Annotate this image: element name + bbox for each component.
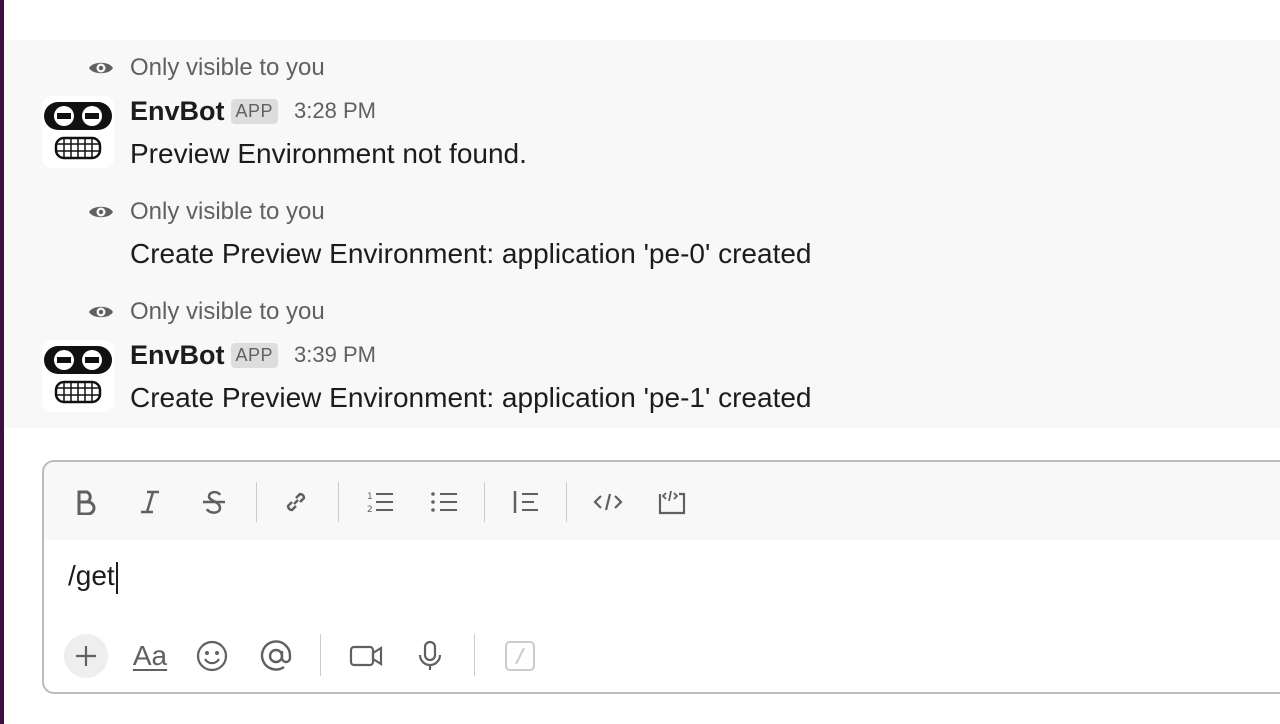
slash-command-icon[interactable]	[498, 634, 542, 678]
svg-text:1: 1	[367, 492, 373, 502]
video-icon[interactable]	[344, 634, 388, 678]
message-input-value: /get	[68, 560, 115, 591]
composer-actions: Aa	[44, 626, 1280, 686]
toolbar-divider	[566, 482, 567, 522]
app-window: Only visible to you EnvBot APP 3:28 PM P…	[0, 0, 1280, 724]
message-text: Create Preview Environment: application …	[130, 238, 812, 269]
formatting-toolbar: 12	[44, 462, 1280, 540]
visibility-text: Only visible to you	[130, 298, 325, 325]
sender-name[interactable]: EnvBot	[130, 340, 225, 371]
visibility-note: Only visible to you	[88, 53, 325, 83]
bulleted-list-icon[interactable]	[424, 482, 464, 522]
message-text: Create Preview Environment: application …	[130, 382, 812, 413]
sender-name[interactable]: EnvBot	[130, 96, 225, 127]
text-caret	[115, 561, 118, 594]
message-timestamp[interactable]: 3:39 PM	[294, 342, 376, 368]
toolbar-divider	[484, 482, 485, 522]
toolbar-divider	[338, 482, 339, 522]
visibility-note: Only visible to you	[88, 297, 325, 327]
app-badge: APP	[230, 98, 279, 124]
visibility-note: Only visible to you	[88, 197, 325, 227]
blockquote-icon[interactable]	[506, 482, 546, 522]
eye-icon	[88, 199, 114, 225]
message-text: Preview Environment not found.	[130, 138, 527, 169]
microphone-icon[interactable]	[408, 634, 452, 678]
app-badge: APP	[230, 342, 279, 368]
envbot-avatar[interactable]	[42, 340, 114, 412]
link-icon[interactable]	[276, 482, 316, 522]
message-input[interactable]: /get	[68, 560, 118, 594]
code-block-icon[interactable]	[652, 482, 692, 522]
eye-icon	[88, 55, 114, 81]
toolbar-divider	[320, 634, 321, 676]
message-header: EnvBot APP 3:39 PM	[130, 338, 376, 372]
toolbar-divider	[474, 634, 475, 676]
bold-icon[interactable]	[66, 482, 106, 522]
message-header: EnvBot APP 3:28 PM	[130, 94, 376, 128]
format-text-label: Aa	[132, 640, 168, 671]
strikethrough-icon[interactable]	[194, 482, 234, 522]
toolbar-divider	[256, 482, 257, 522]
emoji-icon[interactable]	[190, 634, 234, 678]
visibility-text: Only visible to you	[130, 54, 325, 81]
plus-icon[interactable]	[64, 634, 108, 678]
envbot-avatar[interactable]	[42, 96, 114, 168]
mention-icon[interactable]	[254, 634, 298, 678]
code-icon[interactable]	[588, 482, 628, 522]
message-timestamp[interactable]: 3:28 PM	[294, 98, 376, 124]
ordered-list-icon[interactable]: 12	[360, 482, 400, 522]
message-list: Only visible to you EnvBot APP 3:28 PM P…	[4, 40, 1280, 428]
format-text-icon[interactable]: Aa	[126, 634, 174, 678]
visibility-text: Only visible to you	[130, 198, 325, 225]
svg-text:2: 2	[367, 505, 373, 515]
message-composer: 12 /get Aa	[42, 460, 1280, 694]
italic-icon[interactable]	[130, 482, 170, 522]
eye-icon	[88, 299, 114, 325]
